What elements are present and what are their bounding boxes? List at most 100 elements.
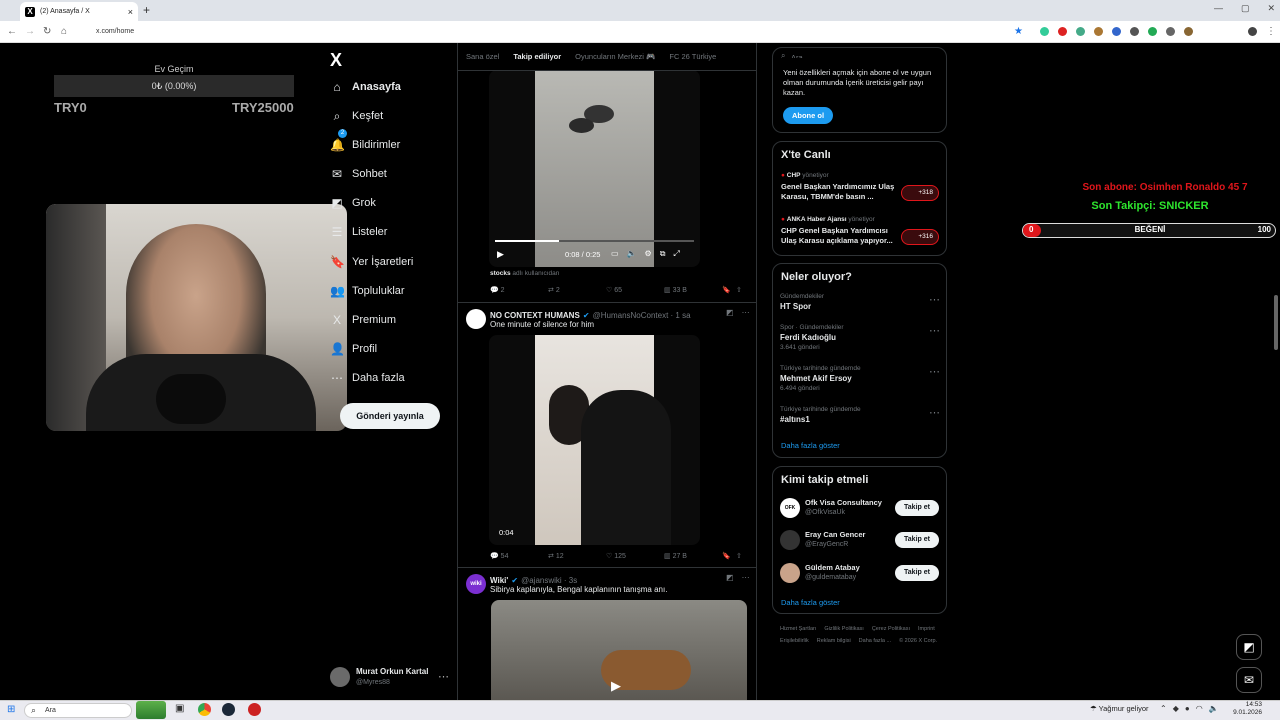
reply-button[interactable]: 💬 54 <box>490 552 548 560</box>
speaker-icon[interactable]: 🔈 <box>1209 704 1219 713</box>
grok-float-button[interactable]: ◩ <box>1236 634 1262 660</box>
live-listener-count[interactable]: +318 <box>901 185 939 201</box>
follow-suggestion[interactable]: Eray Can Gencer @ErayGencR Takip et <box>780 530 940 552</box>
follow-button[interactable]: Takip et <box>895 532 939 548</box>
tweet-handle[interactable]: @ajanswiki · 3s <box>521 576 577 585</box>
captions-icon[interactable]: ▭ <box>611 249 619 259</box>
trend-item[interactable]: Türkiye tarihinde gündemde Mehmet Akif Er… <box>780 365 940 392</box>
follow-suggestion[interactable]: Güldem Atabay @guldematabay Takip et <box>780 563 940 585</box>
show-more-link[interactable]: Daha fazla göster <box>781 598 840 607</box>
grok-icon[interactable]: ◩ <box>726 573 734 582</box>
nav-item-daha-fazla[interactable]: ⋯ Daha fazla <box>330 366 405 390</box>
fullscreen-icon[interactable]: ⤢ <box>673 249 679 259</box>
task-view-icon[interactable]: ▣ <box>175 703 184 714</box>
extension-icon[interactable] <box>1130 27 1139 36</box>
extension-icon[interactable] <box>1148 27 1157 36</box>
live-item[interactable]: ● CHP yönetiyor Genel Başkan Yardımcımız… <box>781 172 941 202</box>
footer-link[interactable]: Çerez Politikası <box>872 626 910 632</box>
tweet-video[interactable]: ▶ <box>491 600 747 700</box>
steam-app-icon[interactable] <box>222 703 235 716</box>
tweet-video[interactable]: 0:04 <box>489 335 700 545</box>
widget-icon[interactable] <box>136 701 166 719</box>
like-button[interactable]: ♡ 125 <box>606 552 664 560</box>
close-tab-icon[interactable]: × <box>128 7 133 17</box>
live-item[interactable]: ● ANKA Haber Ajansı yönetiyor CHP Genel … <box>781 216 941 246</box>
more-dots-icon[interactable]: ⋯ <box>929 365 940 378</box>
clock[interactable]: 14:53 9.01.2026 <box>1224 701 1262 718</box>
tray-icon[interactable]: ⌃ <box>1160 704 1167 713</box>
close-window-icon[interactable]: ✕ <box>1268 3 1276 14</box>
reply-button[interactable]: 💬 2 <box>490 286 548 294</box>
new-tab-icon[interactable]: + <box>143 3 150 17</box>
pip-icon[interactable]: ⧉ <box>660 249 666 259</box>
bookmark-icon[interactable]: 🔖 <box>722 286 736 294</box>
views-button[interactable]: ▥ 27 B <box>664 552 722 560</box>
trend-item[interactable]: Gündemdekiler HT Spor ⋯ <box>780 293 940 313</box>
footer-link[interactable]: Reklam bilgisi <box>817 638 851 644</box>
more-dots-icon[interactable]: ⋯ <box>438 670 449 683</box>
back-icon[interactable]: ← <box>7 21 17 43</box>
repost-button[interactable]: ⇄ 12 <box>548 552 606 560</box>
nav-item-ke-fet[interactable]: ⌕ Keşfet <box>330 104 384 128</box>
share-icon[interactable]: ⇧ <box>736 286 750 294</box>
tray-icon[interactable]: ◆ <box>1173 704 1179 713</box>
page-scrollbar[interactable] <box>1274 295 1278 350</box>
avatar[interactable] <box>466 309 486 329</box>
app-icon[interactable] <box>248 703 261 716</box>
play-icon[interactable]: ▶ <box>497 249 504 260</box>
extension-icon[interactable] <box>1184 27 1193 36</box>
x-logo-icon[interactable]: X <box>330 50 342 71</box>
live-listener-count[interactable]: +316 <box>901 229 939 245</box>
feed-tab[interactable]: Oyuncuların Merkezi 🎮 <box>575 52 655 61</box>
messages-float-button[interactable]: ✉ <box>1236 667 1262 693</box>
more-dots-icon[interactable]: ⋯ <box>929 324 940 337</box>
like-button[interactable]: ♡ 65 <box>606 286 664 294</box>
show-more-link[interactable]: Daha fazla göster <box>781 441 840 450</box>
profile-avatar-icon[interactable] <box>1248 27 1257 36</box>
avatar[interactable]: wiki <box>466 574 486 594</box>
post-button[interactable]: Gönderi yayınla <box>340 403 440 429</box>
chrome-app-icon[interactable] <box>198 703 211 716</box>
extension-icon[interactable] <box>1094 27 1103 36</box>
nav-item-profil[interactable]: 👤 Profil <box>330 337 377 361</box>
footer-link[interactable]: Hizmet Şartları <box>780 626 816 632</box>
footer-link[interactable]: Daha fazla ... <box>859 638 891 644</box>
bookmark-star-icon[interactable]: ★ <box>1014 21 1023 43</box>
nav-item-premium[interactable]: X Premium <box>330 308 396 332</box>
extension-icon[interactable] <box>1076 27 1085 36</box>
weather[interactable]: ☂ Yağmur geliyor <box>1090 704 1149 713</box>
nav-item-bildirimler[interactable]: 🔔 2 Bildirimler <box>330 129 400 157</box>
play-icon[interactable]: ▶ <box>611 678 621 694</box>
nav-item-yer-i-aretleri[interactable]: 🔖 Yer İşaretleri <box>330 250 413 274</box>
more-dots-icon[interactable]: ⋯ <box>929 293 940 306</box>
nav-item-sohbet[interactable]: ✉ Sohbet <box>330 162 387 186</box>
tweet-author[interactable]: NO CONTEXT HUMANS <box>490 311 580 320</box>
home-browser-icon[interactable]: ⌂ <box>61 21 67 43</box>
bookmark-icon[interactable]: 🔖 <box>722 552 736 560</box>
browser-tab[interactable]: X (2) Anasayfa / X × <box>20 2 138 21</box>
follow-button[interactable]: Takip et <box>895 500 939 516</box>
subscribe-button[interactable]: Abone ol <box>783 107 833 124</box>
tweet-video[interactable]: ▶ 0:08 / 0:25 ▭ 🔈 ⚙ ⧉ ⤢ <box>489 70 700 267</box>
more-dots-icon[interactable]: ⋯ <box>742 308 750 317</box>
tweet-author[interactable]: Wiki' <box>490 576 508 585</box>
trend-item[interactable]: Türkiye tarihinde gündemde #altıns1 ⋯ <box>780 406 940 426</box>
extension-icon[interactable] <box>1040 27 1049 36</box>
minimize-icon[interactable]: — <box>1214 3 1223 14</box>
follow-button[interactable]: Takip et <box>895 565 939 581</box>
more-dots-icon[interactable]: ⋯ <box>742 573 750 582</box>
credit-user[interactable]: stocks <box>490 270 511 277</box>
footer-link[interactable]: Gizlilik Politikası <box>824 626 863 632</box>
settings-icon[interactable]: ⚙ <box>645 249 652 259</box>
repost-button[interactable]: ⇄ 2 <box>548 286 606 294</box>
feed-tab[interactable]: FC 26 Türkiye <box>669 52 716 61</box>
nav-item-topluluklar[interactable]: 👥 Topluluklar <box>330 279 405 303</box>
follow-suggestion[interactable]: OFK Ofk Visa Consultancy @OfkVisaUk Takip e… <box>780 498 940 520</box>
url-field[interactable]: x.com/home <box>88 24 988 40</box>
nav-item-anasayfa[interactable]: ⌂ Anasayfa <box>330 75 401 99</box>
forward-icon[interactable]: → <box>25 21 35 43</box>
trend-item[interactable]: Spor · Gündemdekiler Ferdi Kadıoğlu 3.641 … <box>780 324 940 351</box>
volume-icon[interactable]: 🔈 <box>627 249 637 259</box>
extension-icon[interactable] <box>1166 27 1175 36</box>
extension-icon[interactable] <box>1058 27 1067 36</box>
